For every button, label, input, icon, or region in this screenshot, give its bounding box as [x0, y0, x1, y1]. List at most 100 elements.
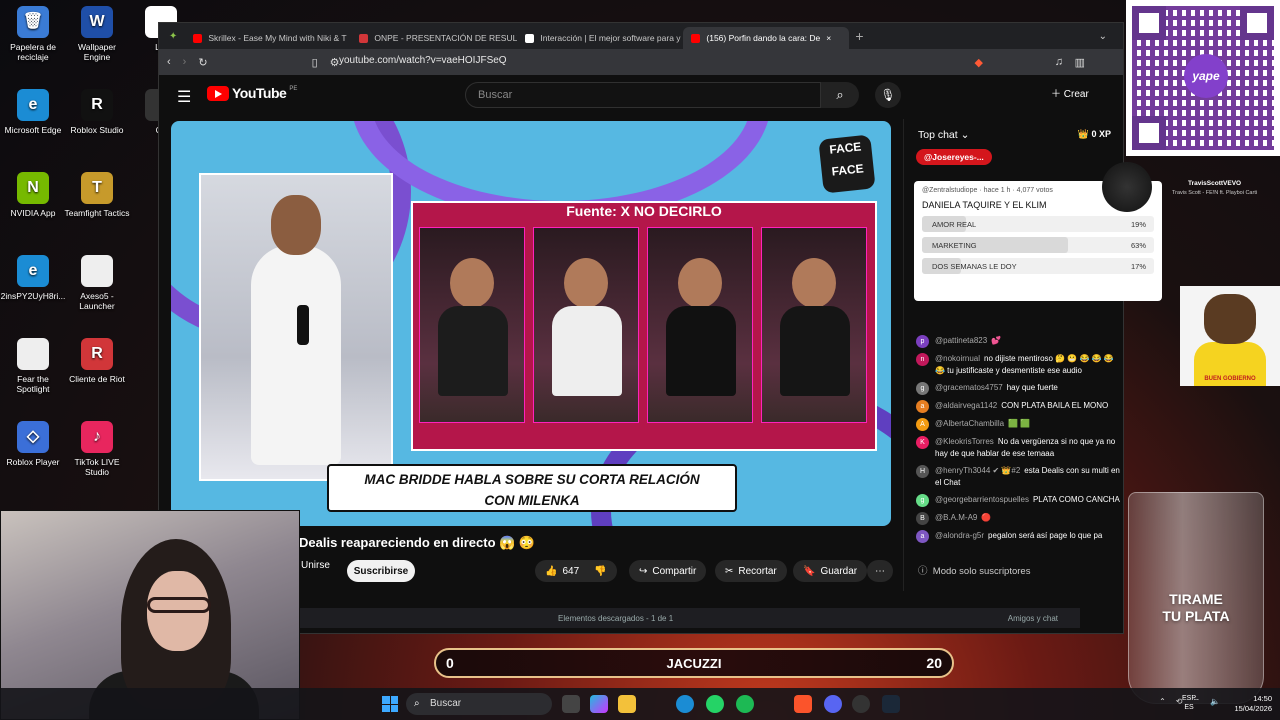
chat-author[interactable]: @gracematos4757	[935, 383, 1003, 392]
browser-tab[interactable]: (156) Porfin dando la cara: De ×	[683, 27, 850, 49]
chat-author[interactable]: @AlbertaChambilla	[935, 419, 1004, 428]
chat-author[interactable]: @alondra-g5r	[935, 531, 984, 540]
chat-author[interactable]: @henryTh3044 ✔ 👑#2	[935, 466, 1020, 475]
thumbs-down-icon[interactable]: 👎	[594, 566, 606, 577]
chat-mode-selector[interactable]: Top chat ⌄	[918, 129, 969, 141]
chat-author[interactable]: @KleokrisTorres	[935, 437, 994, 446]
desktop-icon[interactable]: ♪ TikTok LIVE Studio	[64, 421, 130, 477]
share-button[interactable]: ↪ Compartir	[629, 560, 707, 582]
file-explorer-icon[interactable]	[618, 695, 636, 713]
qr-finder	[1132, 116, 1166, 150]
avatar[interactable]: g	[916, 382, 929, 395]
more-actions-button[interactable]: ⋯	[867, 560, 893, 582]
pinned-user-chip[interactable]: @Josereyes-...	[916, 149, 992, 165]
avatar[interactable]: p	[916, 335, 929, 348]
forward-icon[interactable]: ›	[183, 56, 187, 68]
spotify-icon[interactable]	[736, 695, 754, 713]
friends-chat-link[interactable]: Amigos y chat	[1008, 614, 1058, 623]
video-player[interactable]: Fuente: X NO DECIRLO FACE FACE MAC BRIDD…	[171, 121, 891, 526]
discord-icon[interactable]	[824, 695, 842, 713]
back-icon[interactable]: ‹	[167, 56, 171, 68]
desktop-icon[interactable]: R Roblox Studio	[64, 89, 130, 135]
desktop-icon[interactable]: N NVIDIA App	[0, 172, 66, 218]
subscribe-button[interactable]: Suscribirse	[347, 560, 415, 582]
close-tab-icon[interactable]: ×	[826, 33, 831, 43]
xp-badge[interactable]: 👑 0 XP	[1078, 129, 1111, 140]
clock[interactable]: 14:50 15/04/2026	[1234, 694, 1272, 714]
avatar[interactable]: A	[916, 418, 929, 431]
reload-icon[interactable]: ↻	[198, 56, 207, 69]
avatar[interactable]: g	[916, 494, 929, 507]
chat-text: pegalon será así page lo que pa	[988, 531, 1103, 540]
poll-option-label: AMOR REAL	[932, 220, 977, 229]
tab-favicon-icon	[525, 33, 535, 43]
bookmark-icon[interactable]: ▯	[312, 56, 318, 69]
clip-button[interactable]: ✂ Recortar	[715, 560, 787, 582]
steam-icon[interactable]	[882, 695, 900, 713]
taskbar-search[interactable]: Buscar	[406, 693, 552, 715]
downloads-status[interactable]: Elementos descargados - 1 de 1	[558, 614, 673, 623]
desktop-icon-label: Wallpaper Engine	[78, 42, 116, 62]
desktop-icon[interactable]: e 2insPY2UyH8ri...	[0, 255, 66, 301]
browser-tab[interactable]: Skrillex - Ease My Mind with Niki & T	[185, 27, 351, 49]
hamburger-menu-icon[interactable]: ☰	[177, 87, 191, 107]
desktop-icon-label: Roblox Player	[6, 457, 60, 467]
browser-tab[interactable]: Interacción | El mejor software para y	[517, 27, 683, 49]
avatar[interactable]: a	[916, 400, 929, 413]
poll-option[interactable]: DOS SEMANAS LE DOY 17%	[922, 258, 1154, 274]
sidebar-icon[interactable]: ▥	[1075, 56, 1085, 69]
desktop-icon[interactable]: ◇ Roblox Player	[0, 421, 66, 467]
copilot-icon[interactable]	[590, 695, 608, 713]
desktop-icon[interactable]: R Cliente de Riot	[64, 338, 130, 384]
avatar[interactable]: K	[916, 436, 929, 449]
avatar[interactable]: a	[916, 530, 929, 543]
desktop-icon[interactable]: 🗑 Papelera de reciclaje	[0, 6, 66, 62]
windows-start-icon[interactable]	[382, 696, 398, 712]
search-input[interactable]: Buscar	[465, 82, 821, 108]
desktop-icon[interactable]: T Teamfight Tactics	[64, 172, 130, 218]
address-bar[interactable]: youtube.com/watch?v=vaeHOIJFSeQ	[339, 55, 507, 66]
create-button[interactable]: ＋ Crear	[1051, 85, 1089, 100]
desktop-icon[interactable]: e Microsoft Edge	[0, 89, 66, 135]
new-tab-button[interactable]: +	[855, 28, 863, 44]
desktop-icon[interactable]: W Wallpaper Engine	[64, 6, 130, 62]
avatar[interactable]: n	[916, 353, 929, 366]
tray-chevron-icon[interactable]: ⌃	[1159, 697, 1166, 707]
tab-list-chevron-icon[interactable]: ⌄	[1099, 31, 1107, 42]
volume-icon[interactable]: 🔈	[1210, 697, 1220, 707]
voice-search-button[interactable]: 🎙	[875, 82, 901, 108]
chat-author[interactable]: @nokoirnual	[935, 354, 980, 363]
desktop-icon[interactable]: Axeso5 - Launcher	[64, 255, 130, 311]
join-button[interactable]: Unirse	[301, 560, 330, 571]
tab-label: Interacción | El mejor software para y	[540, 33, 681, 43]
chat-author[interactable]: @B.A.M-A9	[935, 513, 977, 522]
browser-window: ✦ Skrillex - Ease My Mind with Niki & T O…	[158, 22, 1162, 634]
save-button[interactable]: 🔖 Guardar	[793, 560, 868, 582]
desktop-icon[interactable]: Fear the Spotlight	[0, 338, 66, 394]
input-language[interactable]: ESP ES	[1182, 694, 1196, 712]
video-title: Dealis reapareciendo en directo 😱 😳	[299, 535, 536, 550]
edge-icon[interactable]	[676, 695, 694, 713]
youtube-logo[interactable]: YouTube PE	[207, 85, 297, 101]
avatar[interactable]: B	[916, 512, 929, 525]
chat-message: g @georgebarrientospuelles PLATA COMO CANC…	[916, 494, 1122, 507]
search-button[interactable]: ⌕	[821, 82, 859, 108]
task-view-icon[interactable]	[562, 695, 580, 713]
share-icon: ↪	[639, 565, 648, 577]
whatsapp-icon[interactable]	[706, 695, 724, 713]
extensions-icon[interactable]: ♫	[1055, 56, 1063, 68]
brave-icon[interactable]	[794, 695, 812, 713]
avatar[interactable]: H	[916, 465, 929, 478]
brave-shield-icon[interactable]: ◆	[975, 56, 983, 69]
chat-author[interactable]: @aldairvega1142	[935, 401, 997, 410]
tab-search-icon[interactable]: ✦	[169, 31, 177, 42]
obs-icon[interactable]	[852, 695, 870, 713]
poll-option[interactable]: AMOR REAL 19%	[922, 216, 1154, 232]
video-caption: MAC BRIDDE HABLA SOBRE SU CORTA RELACIÓN…	[327, 464, 737, 512]
chat-author[interactable]: @georgebarrientospuelles	[935, 495, 1029, 504]
like-count: 647	[562, 565, 580, 577]
like-button[interactable]: 👍 647 👎	[535, 560, 617, 582]
poll-option[interactable]: MARKETING 63%	[922, 237, 1154, 253]
browser-tab[interactable]: ONPE - PRESENTACIÓN DE RESULTA	[351, 27, 517, 49]
chat-author[interactable]: @pattineta823	[935, 336, 987, 345]
